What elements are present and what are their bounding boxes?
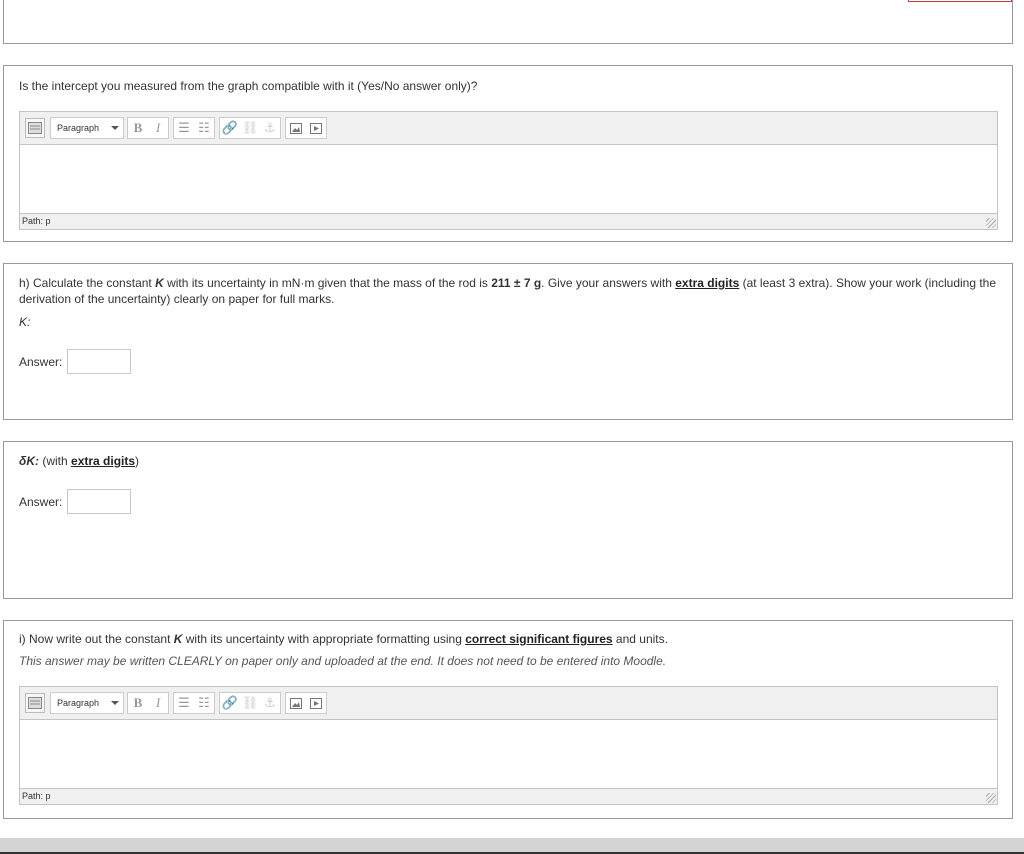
media-icon[interactable] (306, 693, 326, 713)
question-text: h) Calculate the constant K with its unc… (19, 275, 1004, 307)
answer-label: Answer: (19, 354, 63, 369)
bullet-list-icon[interactable]: ☰ (174, 693, 194, 713)
mass-value: 211 ± 7 g (491, 276, 542, 290)
previous-question-card (3, 0, 1013, 44)
path-label: Path: p (22, 216, 51, 226)
bold-button[interactable]: B (128, 693, 148, 713)
chevron-down-icon (111, 126, 119, 130)
editor-content-area[interactable] (20, 145, 997, 213)
text-part: (with (39, 454, 72, 468)
link-icon[interactable]: 🔗 (220, 118, 240, 138)
question-card-dk: δK: (with extra digits) Answer: (3, 441, 1013, 599)
variable-dk: δK: (19, 454, 39, 468)
editor-content-area[interactable] (20, 720, 997, 788)
k-label: K: (19, 315, 31, 329)
text-part: h) Calculate the constant (19, 276, 156, 290)
bold-button[interactable]: B (128, 118, 148, 138)
answer-input-k[interactable] (67, 349, 132, 374)
media-icon[interactable] (306, 118, 326, 138)
answer-row: Answer: (19, 489, 132, 514)
format-select[interactable]: Paragraph (50, 117, 124, 139)
format-select-value: Paragraph (57, 123, 100, 133)
question-card-g: Is the intercept you measured from the g… (3, 65, 1013, 242)
editor-toolbar: Paragraph B I ☰ ☷ 🔗 ⛓ ⚓ (20, 687, 997, 720)
bullet-list-icon[interactable]: ☰ (174, 118, 194, 138)
image-icon[interactable] (286, 693, 306, 713)
chevron-down-icon (111, 701, 119, 705)
text-style-group: B I (127, 692, 169, 714)
rich-text-editor[interactable]: Paragraph B I ☰ ☷ 🔗 ⛓ ⚓ Path: p (19, 686, 998, 805)
italic-button[interactable]: I (148, 693, 168, 713)
question-card-h: h) Calculate the constant K with its unc… (3, 263, 1013, 420)
editor-path-bar: Path: p (20, 213, 997, 229)
path-label: Path: p (22, 791, 51, 801)
numbered-list-icon[interactable]: ☷ (194, 693, 214, 713)
answer-label: Answer: (19, 494, 63, 509)
media-group (285, 117, 327, 139)
image-icon[interactable] (286, 118, 306, 138)
extra-digits-link[interactable]: extra digits (675, 276, 739, 290)
rich-text-editor[interactable]: Paragraph B I ☰ ☷ 🔗 ⛓ ⚓ Path: p (19, 111, 998, 230)
answer-input-dk[interactable] (67, 489, 132, 514)
page-footer-bar (0, 838, 1024, 854)
unlink-icon[interactable]: ⛓ (240, 118, 260, 138)
list-group: ☰ ☷ (173, 117, 215, 139)
format-select-value: Paragraph (57, 698, 100, 708)
question-text: i) Now write out the constant K with its… (19, 632, 668, 646)
answer-row: Answer: (19, 349, 132, 374)
text-part: i) Now write out the constant (19, 632, 174, 646)
list-group: ☰ ☷ (173, 692, 215, 714)
unlink-icon[interactable]: ⛓ (240, 693, 260, 713)
editor-path-bar: Path: p (20, 788, 997, 804)
toolbar-toggle-icon[interactable] (25, 693, 45, 713)
editor-toolbar: Paragraph B I ☰ ☷ 🔗 ⛓ ⚓ (20, 112, 997, 145)
question-note: This answer may be written CLEARLY on pa… (19, 654, 667, 668)
variable-k: K (155, 276, 164, 290)
numbered-list-icon[interactable]: ☷ (194, 118, 214, 138)
toolbar-toggle-icon[interactable] (25, 118, 45, 138)
resize-grip-icon[interactable] (986, 793, 996, 803)
question-text: Is the intercept you measured from the g… (19, 79, 478, 93)
text-part: ) (135, 454, 140, 468)
text-style-group: B I (127, 117, 169, 139)
format-select[interactable]: Paragraph (50, 692, 124, 714)
resize-grip-icon[interactable] (986, 218, 996, 228)
text-part: and units. (612, 632, 668, 646)
question-text: δK: (with extra digits) (19, 454, 139, 468)
link-group: 🔗 ⛓ ⚓ (219, 117, 281, 139)
anchor-icon[interactable]: ⚓ (260, 693, 280, 713)
extra-digits-link[interactable]: extra digits (71, 454, 135, 468)
link-group: 🔗 ⛓ ⚓ (219, 692, 281, 714)
link-icon[interactable]: 🔗 (220, 693, 240, 713)
text-part: . Give your answers with (541, 276, 676, 290)
text-part: with its uncertainty in mN·m given that … (163, 276, 492, 290)
red-indicator (908, 0, 1012, 2)
anchor-icon[interactable]: ⚓ (260, 118, 280, 138)
media-group (285, 692, 327, 714)
text-part: with its uncertainty with appropriate fo… (182, 632, 466, 646)
significant-figures-link[interactable]: correct significant figures (465, 632, 612, 646)
question-card-i: i) Now write out the constant K with its… (3, 620, 1013, 819)
italic-button[interactable]: I (148, 118, 168, 138)
